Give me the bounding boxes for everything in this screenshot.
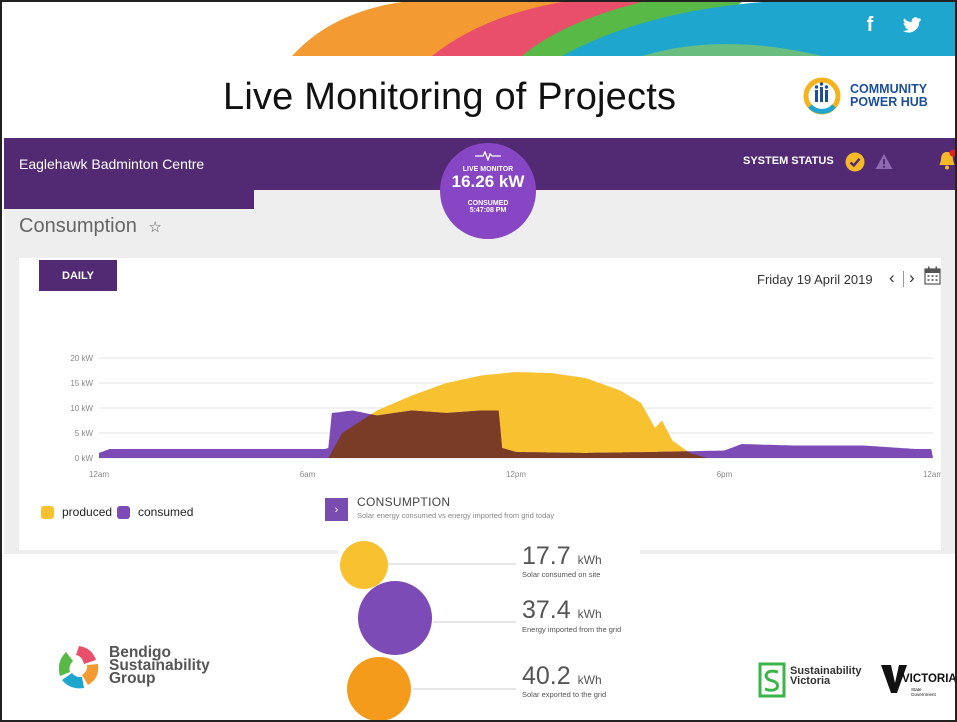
grid-import-bubble [358, 581, 432, 655]
x-tick-label: 12pm [506, 470, 526, 479]
y-tick-label: 10 kW [70, 404, 93, 413]
legend-produced-swatch [41, 505, 54, 519]
stat-solar-export-desc: Solar exported to the grid [522, 690, 607, 699]
notification-bell-icon[interactable] [937, 149, 957, 171]
solar-export-bubble [347, 657, 411, 720]
stat-solar-export-value: 40.2 kWh [522, 662, 602, 690]
y-tick-label: 0 kW [75, 454, 94, 463]
status-ok-icon[interactable] [845, 152, 865, 172]
x-tick-label: 12am [89, 470, 109, 479]
community-power-hub-logo: COMMUNITY POWER HUB [802, 70, 952, 122]
y-tick-label: 20 kW [70, 354, 93, 363]
facebook-icon[interactable]: f [855, 10, 885, 40]
legend-consumed-label: consumed [138, 505, 194, 519]
chart-card: DAILY Friday 19 April 2019 ‹ › 0 kW 5 kW 1… [19, 258, 941, 550]
victoria-wordmark: VICTORIA [902, 673, 957, 685]
consumption-expand-button[interactable]: › [325, 498, 348, 521]
slide-title: Live Monitoring of Projects [223, 76, 677, 118]
monitoring-app: Eaglehawk Badminton Centre SYSTEM STATUS… [4, 138, 957, 554]
solar-consumed-bubble [340, 541, 388, 589]
consumed-time: 5:47:08 PM [469, 207, 507, 214]
page-title: Consumption ☆ [19, 215, 162, 237]
y-tick-label: 5 kW [75, 429, 94, 438]
victoria-state-government-logo: VICTORIA State Government [879, 663, 955, 703]
live-monitor-badge[interactable]: LIVE MONITOR 16.26 kW CONSUMED 5:47:08 P… [440, 143, 536, 239]
stat-solar-consumed-value: 17.7 kWh [522, 542, 602, 570]
consumption-chart: 0 kW 5 kW 10 kW 15 kW 20 kW 12am 6am 12pm 6pm 12a… [70, 354, 941, 479]
produced-area [99, 372, 933, 458]
bendigo-sustainability-wordmark: Bendigo Sustainability Group [109, 644, 210, 687]
x-tick-label: 6am [300, 470, 316, 479]
stat-grid-import-value: 37.4 kWh [522, 596, 602, 624]
legend-produced[interactable]: produced [41, 505, 112, 519]
stat-solar-consumed-desc: Solar consumed on site [522, 570, 601, 579]
header-swoosh [292, 2, 955, 56]
y-tick-label: 15 kW [70, 379, 93, 388]
consumption-title: CONSUMPTION [357, 495, 451, 509]
favorite-star-icon[interactable]: ☆ [148, 219, 161, 236]
bendigo-sustainability-logo [58, 646, 99, 689]
x-tick-label: 12am [923, 470, 941, 479]
community-power-hub-icon [803, 77, 841, 115]
pulse-icon [475, 150, 501, 162]
consumed-label: CONSUMED [467, 200, 509, 207]
stat-grid-import-desc: Energy imported from the grid [522, 625, 622, 634]
x-tick-label: 6pm [717, 470, 733, 479]
warning-icon[interactable] [875, 153, 893, 170]
legend-produced-label: produced [62, 505, 113, 519]
sustainability-victoria-logo [758, 662, 786, 698]
community-power-hub-wordmark: COMMUNITY POWER HUB [850, 82, 928, 109]
sustainability-victoria-wordmark: Sustainability Victoria [790, 665, 862, 687]
legend-consumed[interactable]: consumed [117, 505, 193, 519]
app-topbar-extension [4, 190, 254, 209]
stats-bubbles [340, 541, 516, 720]
state-government-label: State Government [911, 687, 936, 697]
slide: f Live Monitoring of Projects COMMUNITY … [0, 0, 957, 722]
legend-consumed-swatch [117, 505, 130, 519]
twitter-icon[interactable] [897, 10, 927, 40]
system-status-label: SYSTEM STATUS [743, 155, 834, 167]
site-name: Eaglehawk Badminton Centre [19, 156, 205, 172]
live-monitor-value: 16.26 kW [451, 172, 525, 191]
consumption-subtitle: Solar energy consumed vs energy imported… [357, 511, 555, 520]
